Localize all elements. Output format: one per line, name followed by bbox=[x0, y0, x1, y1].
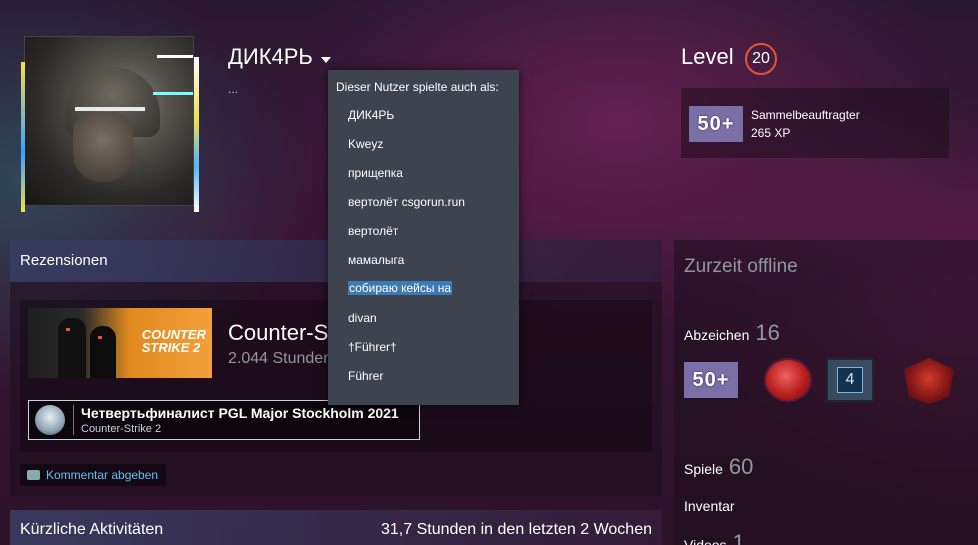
avatar-glitch-line bbox=[75, 107, 145, 111]
avatar-frame-glitch-accent bbox=[153, 92, 193, 95]
game-capsule-image[interactable]: COUNTER STRIKE 2 bbox=[28, 308, 212, 378]
badge-red-seal-icon[interactable] bbox=[764, 358, 812, 402]
level-badge[interactable]: 20 bbox=[745, 43, 777, 75]
capsule-figure bbox=[58, 318, 86, 378]
badge-level4-number: 4 bbox=[837, 367, 863, 393]
divider bbox=[73, 405, 74, 435]
recent-activity-header[interactable]: Kürzliche Aktivitäten 31,7 Stunden in de… bbox=[10, 510, 662, 545]
capsule-detail bbox=[66, 328, 70, 331]
speech-bubble-icon bbox=[27, 470, 40, 480]
badge-name: Sammelbeauftragter bbox=[751, 108, 860, 122]
name-history-item[interactable]: Führer bbox=[348, 369, 383, 383]
trophy-icon bbox=[35, 405, 65, 435]
games-link[interactable]: Spiele 60 bbox=[684, 454, 753, 480]
badges-link[interactable]: Abzeichen 16 bbox=[684, 320, 780, 346]
capsule-logo: COUNTER STRIKE 2 bbox=[142, 328, 206, 354]
profile-name-dropdown[interactable]: ДИК4РЬ bbox=[228, 44, 331, 70]
name-history-item[interactable]: †Führer† bbox=[348, 340, 397, 354]
chevron-down-icon[interactable] bbox=[320, 57, 331, 63]
achievement-showcase[interactable]: Четвертьфиналист PGL Major Stockholm 202… bbox=[28, 400, 420, 440]
avatar-frame-glitch-right bbox=[194, 57, 199, 212]
badges-count: 16 bbox=[755, 320, 780, 345]
avatar-frame-glitch-top bbox=[157, 55, 193, 58]
capsule-detail bbox=[98, 336, 102, 339]
inventory-label: Inventar bbox=[684, 498, 735, 514]
inventory-link[interactable]: Inventar bbox=[684, 498, 735, 514]
achievement-game: Counter-Strike 2 bbox=[81, 423, 162, 435]
badges-label: Abzeichen bbox=[684, 327, 750, 343]
name-history-item[interactable]: Kweyz bbox=[348, 137, 383, 151]
review-game-title[interactable]: Counter-S bbox=[228, 320, 328, 346]
name-history-item-selected[interactable]: собираю кейсы на bbox=[348, 281, 453, 295]
badge-50plus-icon: 50+ bbox=[689, 106, 743, 142]
badge-xp: 265 XP bbox=[751, 126, 791, 140]
videos-link[interactable]: Videos 1 bbox=[684, 530, 745, 545]
badge-50plus-icon[interactable]: 50+ bbox=[684, 362, 738, 398]
achievement-title: Четвертьфиналист PGL Major Stockholm 202… bbox=[81, 405, 399, 421]
name-history-item[interactable]: вертолёт bbox=[348, 224, 398, 238]
avatar-frame-glitch-left bbox=[21, 62, 25, 212]
recent-activity-title: Kürzliche Aktivitäten bbox=[20, 521, 164, 538]
name-history-item[interactable]: вертолёт csgorun.run bbox=[348, 195, 465, 209]
name-history-item[interactable]: divan bbox=[348, 311, 377, 325]
badge-level4-icon[interactable]: 4 bbox=[826, 358, 874, 402]
name-history-item[interactable]: ДИК4РЬ bbox=[348, 108, 394, 122]
name-history-item[interactable]: прищепка bbox=[348, 166, 403, 180]
capsule-logo-line2: STRIKE 2 bbox=[141, 340, 201, 355]
badges-row: 50+ 4 bbox=[684, 358, 974, 404]
profile-sidebar: Zurzeit offline Abzeichen 16 50+ 4 Spiele… bbox=[674, 240, 978, 545]
comment-button-label: Kommentar abgeben bbox=[46, 468, 159, 482]
capsule-figure bbox=[90, 326, 116, 378]
profile-summary: ... bbox=[228, 82, 239, 96]
games-count: 60 bbox=[728, 454, 754, 479]
comment-button[interactable]: Kommentar abgeben bbox=[20, 464, 167, 486]
level-label: Level bbox=[681, 44, 734, 69]
games-label: Spiele bbox=[684, 461, 723, 477]
avatar-face bbox=[73, 112, 133, 182]
favorite-badge[interactable]: 50+ Sammelbeauftragter 265 XP bbox=[681, 88, 949, 158]
recent-activity-hours: 31,7 Stunden in den letzten 2 Wochen bbox=[380, 521, 652, 538]
badge-trident-shield-icon[interactable] bbox=[904, 358, 954, 404]
name-history-item[interactable]: мамалыга bbox=[348, 253, 404, 267]
profile-username: ДИК4РЬ bbox=[228, 44, 313, 69]
name-history-title: Dieser Nutzer spielte auch als: bbox=[336, 80, 499, 94]
videos-label: Videos bbox=[684, 537, 727, 545]
online-status: Zurzeit offline bbox=[684, 256, 798, 277]
name-history-dropdown: Dieser Nutzer spielte auch als: ДИК4РЬ K… bbox=[328, 70, 519, 405]
videos-count: 1 bbox=[732, 530, 745, 545]
profile-avatar[interactable] bbox=[21, 36, 199, 212]
review-hours: 2.044 Stunden bbox=[228, 350, 333, 367]
